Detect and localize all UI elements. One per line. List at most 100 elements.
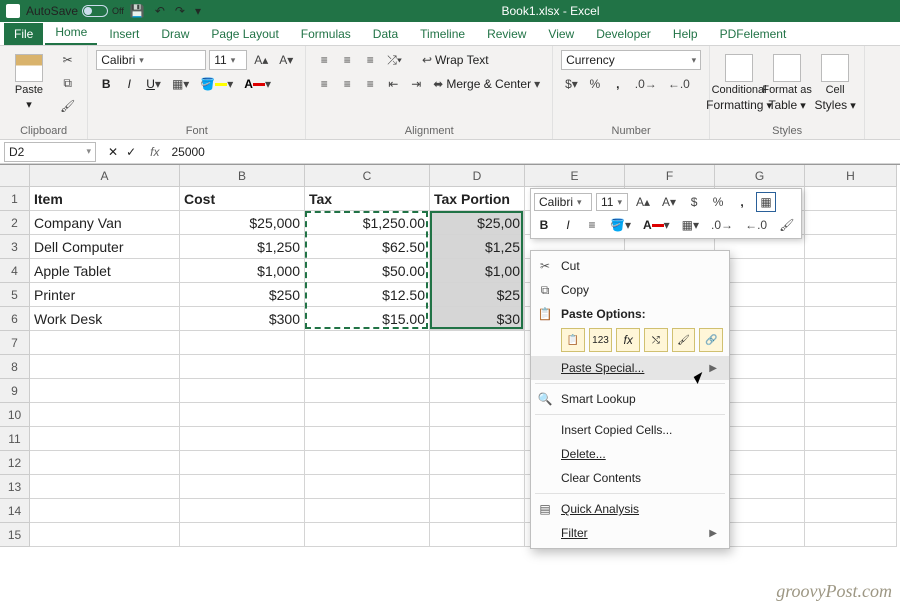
comma-icon[interactable]: , [608, 74, 628, 94]
cell-B2[interactable]: $25,000 [180, 211, 305, 235]
cell-A15[interactable] [30, 523, 180, 547]
cell-B6[interactable]: $300 [180, 307, 305, 331]
cell-H5[interactable] [805, 283, 897, 307]
cell-B4[interactable]: $1,000 [180, 259, 305, 283]
ctx-quick-analysis[interactable]: ▤Quick Analysis [531, 497, 729, 521]
decrease-decimal-icon[interactable]: ←.0 [664, 74, 694, 94]
cell-H3[interactable] [805, 235, 897, 259]
tab-insert[interactable]: Insert [99, 23, 149, 45]
cell-C13[interactable] [305, 475, 430, 499]
paste-all-icon[interactable]: 📋 [561, 328, 585, 352]
autosave-toggle[interactable]: AutoSave Off [26, 4, 124, 18]
col-header-E[interactable]: E [525, 165, 625, 187]
cell-A4[interactable]: Apple Tablet [30, 259, 180, 283]
col-header-H[interactable]: H [805, 165, 897, 187]
row-header[interactable]: 6 [0, 307, 30, 331]
cell-B5[interactable]: $250 [180, 283, 305, 307]
col-header-D[interactable]: D [430, 165, 525, 187]
currency-icon[interactable]: $▾ [561, 74, 582, 94]
copy-icon[interactable]: ⧉ [56, 73, 79, 93]
mini-size-combo[interactable]: 11▾ [596, 193, 628, 211]
align-top-icon[interactable]: ≡ [314, 50, 334, 70]
cell-A14[interactable] [30, 499, 180, 523]
mini-fill-color-button[interactable]: 🪣▾ [606, 215, 635, 235]
paste-link-icon[interactable]: 🔗 [699, 328, 723, 352]
row-header[interactable]: 15 [0, 523, 30, 547]
paste-formulas-icon[interactable]: fx [616, 328, 640, 352]
decrease-font-icon[interactable]: A▾ [275, 50, 297, 70]
cell-D5[interactable]: $25 [430, 283, 525, 307]
name-box[interactable]: D2▾ [4, 142, 96, 162]
border-button[interactable]: ▦▾ [168, 74, 193, 94]
paste-formatting-icon[interactable]: 🖌 [672, 328, 696, 352]
col-header-B[interactable]: B [180, 165, 305, 187]
col-header-G[interactable]: G [715, 165, 805, 187]
mini-increase-font-icon[interactable]: A▴ [632, 192, 654, 212]
cell-H8[interactable] [805, 355, 897, 379]
mini-table-icon[interactable]: ▦ [756, 192, 776, 212]
mini-font-combo[interactable]: Calibri▾ [534, 193, 592, 211]
col-header-C[interactable]: C [305, 165, 430, 187]
cell-D7[interactable] [430, 331, 525, 355]
cell-D14[interactable] [430, 499, 525, 523]
cell-D15[interactable] [430, 523, 525, 547]
cell-B13[interactable] [180, 475, 305, 499]
cell-C7[interactable] [305, 331, 430, 355]
row-header[interactable]: 9 [0, 379, 30, 403]
mini-bold-button[interactable]: B [534, 215, 554, 235]
mini-percent-icon[interactable]: % [708, 192, 728, 212]
tab-pdfelement[interactable]: PDFelement [710, 23, 797, 45]
tab-draw[interactable]: Draw [151, 23, 199, 45]
cell-D13[interactable] [430, 475, 525, 499]
align-middle-icon[interactable]: ≡ [337, 50, 357, 70]
cell-B11[interactable] [180, 427, 305, 451]
font-color-button[interactable]: A▾ [240, 74, 275, 94]
cell-B15[interactable] [180, 523, 305, 547]
ctx-delete[interactable]: Delete... [531, 442, 729, 466]
cell-C15[interactable] [305, 523, 430, 547]
tab-data[interactable]: Data [363, 23, 408, 45]
ctx-filter[interactable]: Filter▶ [531, 521, 729, 545]
cell-C5[interactable]: $12.50 [305, 283, 430, 307]
cell-B12[interactable] [180, 451, 305, 475]
cut-icon[interactable]: ✂ [56, 50, 79, 70]
tab-developer[interactable]: Developer [586, 23, 661, 45]
cell-B10[interactable] [180, 403, 305, 427]
fill-color-button[interactable]: 🪣▾ [196, 74, 237, 94]
cell-A8[interactable] [30, 355, 180, 379]
cell-B8[interactable] [180, 355, 305, 379]
cell-B7[interactable] [180, 331, 305, 355]
mini-border-button[interactable]: ▦▾ [678, 215, 703, 235]
cell-A10[interactable] [30, 403, 180, 427]
tab-timeline[interactable]: Timeline [410, 23, 475, 45]
cell-A1[interactable]: Item [30, 187, 180, 211]
orientation-icon[interactable]: ⤮▾ [383, 50, 406, 70]
row-header[interactable]: 4 [0, 259, 30, 283]
tab-home[interactable]: Home [45, 21, 97, 45]
cell-B9[interactable] [180, 379, 305, 403]
cell-H1[interactable] [805, 187, 897, 211]
mini-format-painter-icon[interactable]: 🖌 [775, 215, 798, 235]
cell-C4[interactable]: $50.00 [305, 259, 430, 283]
font-size-combo[interactable]: 11▾ [209, 50, 247, 70]
cell-D4[interactable]: $1,00 [430, 259, 525, 283]
number-format-combo[interactable]: Currency▾ [561, 50, 701, 70]
increase-font-icon[interactable]: A▴ [250, 50, 272, 70]
align-bottom-icon[interactable]: ≡ [360, 50, 380, 70]
cell-D2[interactable]: $25,00 [430, 211, 525, 235]
cell-A6[interactable]: Work Desk [30, 307, 180, 331]
conditional-formatting-button[interactable]: ConditionalFormatting ▾ [718, 50, 760, 116]
cell-B14[interactable] [180, 499, 305, 523]
cell-D6[interactable]: $30 [430, 307, 525, 331]
fx-icon[interactable]: fx [144, 145, 165, 159]
cell-C8[interactable] [305, 355, 430, 379]
cell-C12[interactable] [305, 451, 430, 475]
cell-A13[interactable] [30, 475, 180, 499]
formula-bar[interactable]: 25000 [165, 145, 900, 159]
cell-B3[interactable]: $1,250 [180, 235, 305, 259]
merge-center-button[interactable]: ⬌ Merge & Center ▾ [429, 74, 544, 94]
cell-B1[interactable]: Cost [180, 187, 305, 211]
tab-view[interactable]: View [538, 23, 584, 45]
row-header[interactable]: 10 [0, 403, 30, 427]
mini-comma-icon[interactable]: , [732, 192, 752, 212]
